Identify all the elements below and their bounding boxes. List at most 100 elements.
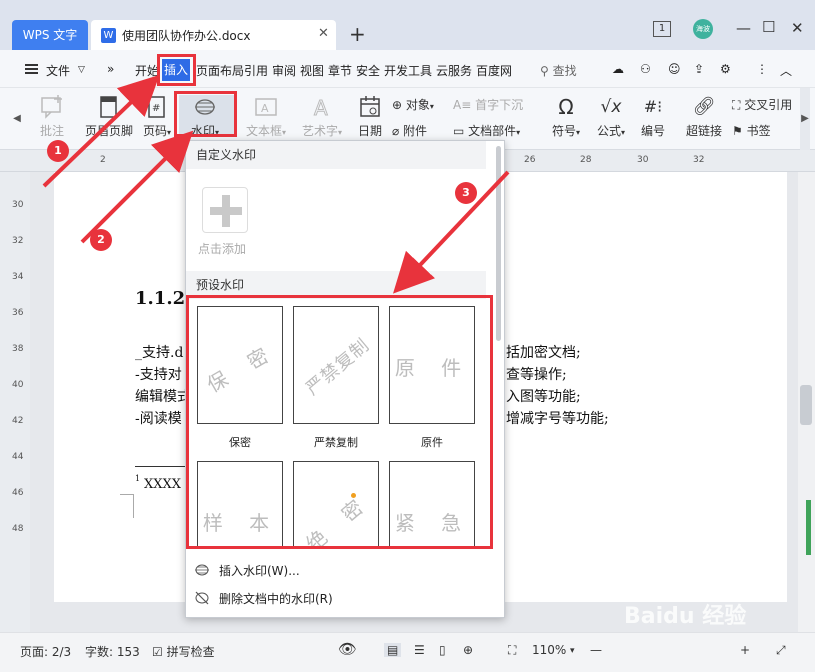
search-button[interactable]: ⚲ 查找 <box>540 62 577 79</box>
hyperlink-button[interactable]: 🔗︎ 超链接 <box>684 95 724 139</box>
zoom-level[interactable]: 110% <box>532 643 566 657</box>
doc-line: 编辑模式 <box>135 389 191 405</box>
bookmark-icon: ⚑ <box>732 124 747 138</box>
menu-devtools[interactable]: 开发工具 <box>384 62 432 79</box>
cloud-sync-icon[interactable]: ☁ <box>612 62 624 76</box>
window-count-icon[interactable]: 1 <box>653 21 671 37</box>
page-indicator[interactable]: 页面: 2/3 <box>20 643 71 660</box>
comment-icon[interactable]: ☺ <box>668 62 681 76</box>
more-icon[interactable]: ⋮ <box>756 62 768 76</box>
spellcheck-button[interactable]: ☑ 拼写检查 <box>152 643 215 660</box>
vruler-tick: 46 <box>12 488 24 498</box>
comment-button[interactable]: 批注 <box>36 95 68 139</box>
vruler-tick: 48 <box>12 524 24 534</box>
menu-security[interactable]: 安全 <box>356 62 380 79</box>
insert-watermark-menu-item[interactable]: 插入水印(W)... <box>186 556 504 584</box>
baidu-jingyan-watermark: Baidu 经验 <box>624 604 747 629</box>
add-custom-watermark-label: 点击添加 <box>198 242 247 256</box>
attachment-button[interactable]: ⌀ 附件 <box>392 122 427 139</box>
page-number-icon: # <box>144 95 170 119</box>
ruler-tick: 32 <box>693 155 705 165</box>
ribbon-scroll-left-icon[interactable]: ◀ <box>12 88 22 150</box>
search-icon: ⚲ <box>540 64 549 78</box>
section-heading: 1.1.2. <box>135 288 192 309</box>
close-tab-icon[interactable]: ✕ <box>318 26 329 41</box>
ribbon-scroll-right-icon[interactable]: ▶ <box>800 88 810 150</box>
dropdown-scrollbar[interactable] <box>496 146 501 341</box>
footnote-text: XXXX <box>144 477 182 492</box>
user-avatar[interactable]: 海波 <box>693 19 713 39</box>
export-icon[interactable]: ⇪ <box>694 62 704 76</box>
document-tab[interactable]: W 使用团队协作办公.docx ✕ <box>91 20 336 50</box>
search-label: 查找 <box>552 64 577 78</box>
hamburger-icon[interactable] <box>25 64 38 74</box>
formula-button[interactable]: √x 公式▾ <box>593 95 629 139</box>
menu-cloud[interactable]: 云服务 <box>436 62 472 79</box>
ruler-tick: 2 <box>100 155 106 165</box>
numbering-icon: #⁝ <box>643 97 663 116</box>
add-custom-watermark-button[interactable] <box>202 187 248 233</box>
menu-file[interactable]: 文件 <box>46 62 70 79</box>
menu-section[interactable]: 章节 <box>328 62 352 79</box>
menu-review[interactable]: 审阅 <box>272 62 296 79</box>
fullscreen-icon[interactable]: ⤢ <box>776 643 786 658</box>
highlight-box-presets <box>186 295 493 549</box>
numbering-button[interactable]: #⁝ 编号 <box>637 95 669 139</box>
zoom-dropdown-icon[interactable]: ▾ <box>570 646 575 656</box>
menu-view[interactable]: 视图 <box>300 62 324 79</box>
bookmark-button[interactable]: ⚑ 书签 <box>732 122 771 139</box>
menu-layout[interactable]: 页面布局 <box>196 62 244 79</box>
expand-menu-icon[interactable]: » <box>107 62 114 76</box>
dropcap-button[interactable]: A≡ 首字下沉 <box>453 96 523 113</box>
date-button[interactable]: 日期 <box>354 95 386 139</box>
formula-label: 公式▾ <box>596 124 626 138</box>
page-number-button[interactable]: # 页码▾ <box>140 95 174 139</box>
read-view-icon[interactable]: ▯ <box>439 643 446 657</box>
symbol-button[interactable]: Ω 符号▾ <box>548 95 584 139</box>
zoom-out-button[interactable]: — <box>590 643 602 657</box>
vruler-tick: 42 <box>12 416 24 426</box>
vruler-tick: 34 <box>12 272 24 282</box>
scrollbar-thumb[interactable] <box>800 385 812 425</box>
fit-page-icon[interactable]: ⛶ <box>508 643 516 658</box>
textbox-button[interactable]: A 文本框▾ <box>243 95 289 139</box>
zoom-in-button[interactable]: + <box>740 643 750 657</box>
share-user-icon[interactable]: ⚇ <box>640 62 651 76</box>
crossref-icon: ⛶ <box>732 98 745 112</box>
delete-watermark-menu-item[interactable]: 删除文档中的水印(R) <box>186 584 504 612</box>
link-icon: 🔗︎ <box>692 96 716 117</box>
menu-start[interactable]: 开始 <box>135 62 159 79</box>
wordart-icon: A <box>309 95 335 121</box>
outline-view-icon[interactable]: ☰ <box>414 643 425 657</box>
maximize-icon[interactable]: ☐ <box>762 18 775 36</box>
new-tab-button[interactable]: + <box>349 22 366 46</box>
doc-line: -阅读模 <box>135 411 182 427</box>
object-button[interactable]: ⊕ 对象▾ <box>392 96 434 113</box>
ruler-tick: 28 <box>580 155 592 165</box>
menu-reference[interactable]: 引用 <box>244 62 268 79</box>
wordart-button[interactable]: A 艺术字▾ <box>298 95 346 139</box>
collapse-ribbon-icon[interactable]: ︿ <box>780 62 792 79</box>
menu-bar: 文件 ▽ » 开始 页面布局 引用 审阅 视图 章节 安全 开发工具 云服务 百… <box>0 50 815 88</box>
textbox-icon: A <box>253 95 279 119</box>
vertical-ruler: 30 32 34 36 38 40 42 44 46 48 <box>0 172 30 632</box>
doc-line: -支持对 <box>135 367 182 383</box>
hyperlink-label: 超链接 <box>685 124 722 138</box>
eye-protection-icon[interactable]: 👁︎ <box>338 640 357 658</box>
doc-parts-button[interactable]: ▭ 文档部件▾ <box>453 122 520 139</box>
page-number-label: 页码▾ <box>142 124 172 138</box>
svg-text:A: A <box>261 102 269 115</box>
header-footer-button[interactable]: 页眉页脚 <box>84 95 134 139</box>
web-view-icon[interactable]: ⊕ <box>463 643 473 657</box>
word-count[interactable]: 字数: 153 <box>85 643 140 660</box>
minimize-icon[interactable]: — <box>736 19 751 37</box>
page-view-icon[interactable]: ▤ <box>384 643 402 657</box>
wps-home-tab[interactable]: WPS 文字 <box>12 20 88 50</box>
settings-icon[interactable]: ⚙ <box>720 62 731 76</box>
menu-baidu[interactable]: 百度网 <box>476 62 518 79</box>
close-window-icon[interactable]: ✕ <box>791 19 804 37</box>
chevron-down-icon[interactable]: ▽ <box>78 65 85 75</box>
vruler-tick: 40 <box>12 380 24 390</box>
crossref-button[interactable]: ⛶ 交叉引用 <box>732 96 792 113</box>
ruler-tick: 30 <box>637 155 649 165</box>
